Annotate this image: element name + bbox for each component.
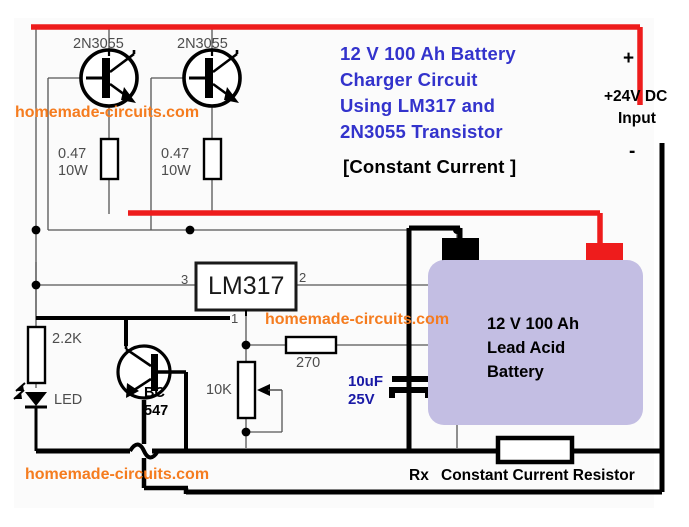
subtitle: [Constant Current ] xyxy=(343,156,517,177)
title-line-1: 12 V 100 Ah Battery xyxy=(340,43,516,64)
supply-minus-sign: - xyxy=(629,141,636,162)
lm317-pin-2: 2 xyxy=(299,270,307,285)
label-r-emitter1-rating: 10W xyxy=(58,163,88,179)
label-lm317: LM317 xyxy=(208,272,285,300)
label-r-emitter2-value: 0.47 xyxy=(161,146,190,162)
title-line-3: Using LM317 and xyxy=(340,95,496,116)
label-r270: 270 xyxy=(296,355,321,371)
label-r-emitter1-value: 0.47 xyxy=(58,146,87,162)
supply-label-line2: Input xyxy=(618,110,656,127)
watermark-middle: homemade-circuits.com xyxy=(265,311,450,328)
resistor-emitter-1 xyxy=(99,137,120,181)
resistor-emitter-2 xyxy=(202,137,223,181)
label-q1: 2N3055 xyxy=(73,36,124,52)
supply-label-line1: +24V DC xyxy=(604,88,668,105)
transistor-2n3055-2 xyxy=(182,48,242,108)
label-q2: 2N3055 xyxy=(177,36,228,52)
title-line-2: Charger Circuit xyxy=(340,69,478,90)
resistor-270 xyxy=(284,335,338,355)
label-pot: 10K xyxy=(206,382,232,398)
watermark-bottom: homemade-circuits.com xyxy=(25,466,210,483)
lm317-pin-3: 3 xyxy=(181,272,189,287)
watermark-top: homemade-circuits.com xyxy=(15,104,200,121)
rx-designator: Rx xyxy=(409,467,429,484)
label-bc547-line2: 547 xyxy=(144,403,169,419)
transistor-2n3055-1 xyxy=(79,48,139,108)
label-led: LED xyxy=(54,392,83,408)
resistor-2k2 xyxy=(26,325,47,385)
title-line-4: 2N3055 Transistor xyxy=(340,121,503,142)
battery-negative-terminal xyxy=(442,238,479,261)
battery-line-1: 12 V 100 Ah xyxy=(487,315,580,333)
rx-resistor-body xyxy=(495,435,575,465)
label-cap-line2: 25V xyxy=(348,391,375,408)
label-cap-line1: 10uF xyxy=(348,373,384,390)
label-r-emitter2-rating: 10W xyxy=(161,163,191,179)
circuit-diagram-canvas: 12 V 100 Ah Battery Charger Circuit Usin… xyxy=(0,0,689,527)
battery-line-3: Battery xyxy=(487,363,544,381)
label-bc547-line1: BC xyxy=(144,385,165,401)
supply-plus-sign: + xyxy=(623,48,635,69)
label-r-led: 2.2K xyxy=(52,331,82,347)
battery-line-2: Lead Acid xyxy=(487,339,566,357)
rx-description: Constant Current Resistor xyxy=(441,467,635,484)
lm317-pin-1: 1 xyxy=(231,311,239,326)
